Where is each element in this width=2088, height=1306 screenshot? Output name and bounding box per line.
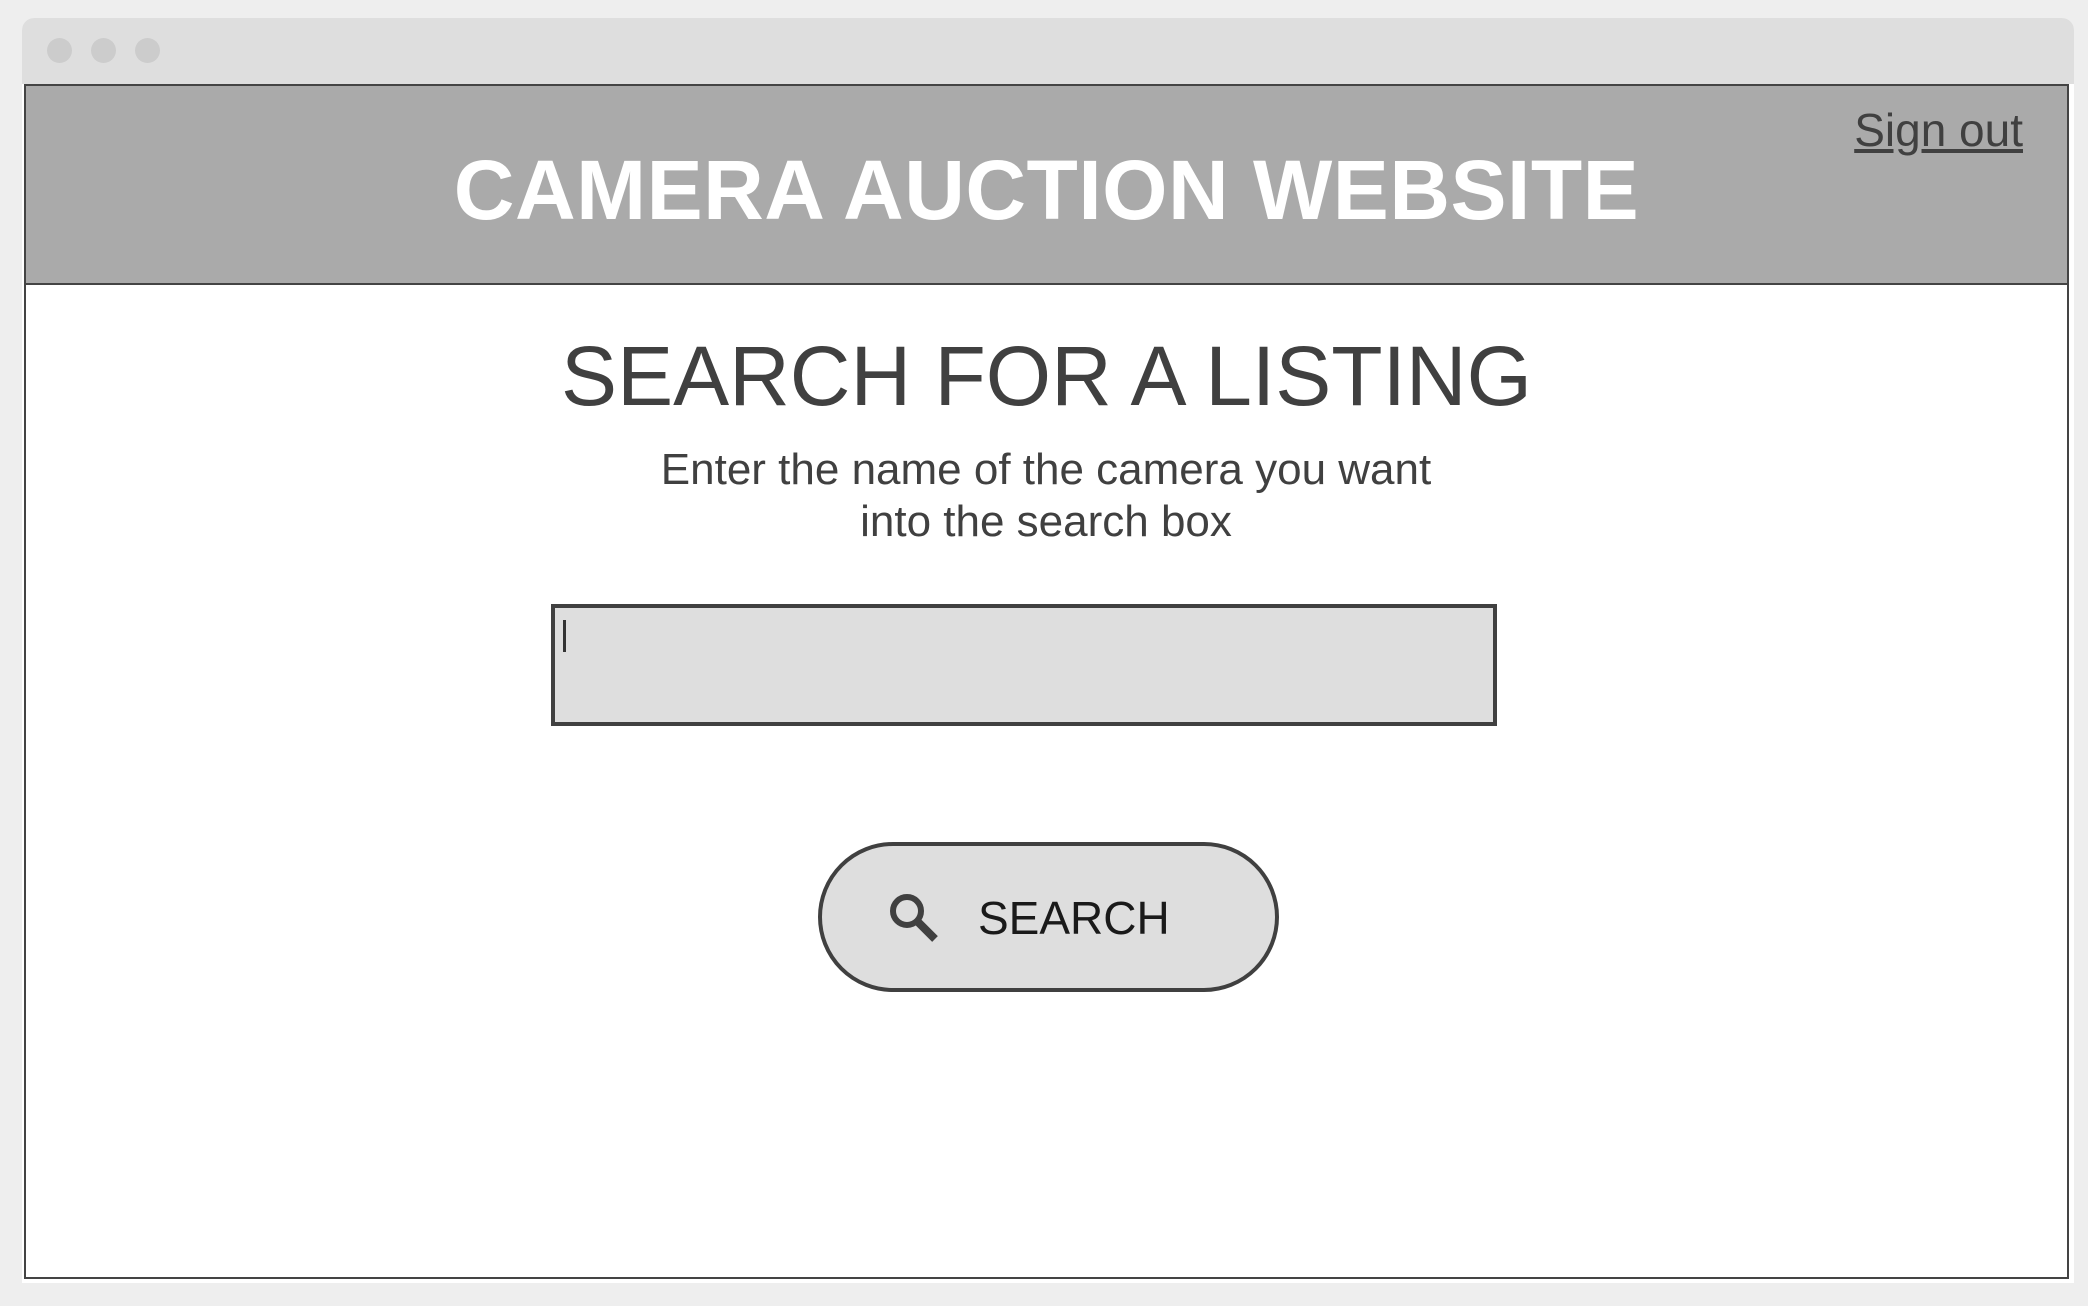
- text-caret: [563, 620, 566, 652]
- instructions-line-1: Enter the name of the camera you want: [660, 445, 1432, 494]
- window-close-dot[interactable]: [47, 38, 72, 63]
- instructions-line-2: into the search box: [860, 497, 1232, 546]
- page-frame: CAMERA AUCTION WEBSITE Sign out SEARCH F…: [24, 84, 2069, 1279]
- window-minimize-dot[interactable]: [91, 38, 116, 63]
- site-header: CAMERA AUCTION WEBSITE Sign out: [26, 86, 2067, 285]
- window-titlebar: [22, 18, 2074, 84]
- site-title: CAMERA AUCTION WEBSITE: [453, 143, 1640, 237]
- sign-out-link[interactable]: Sign out: [1854, 100, 2023, 160]
- search-input[interactable]: [551, 604, 1497, 726]
- window-maximize-dot[interactable]: [135, 38, 160, 63]
- search-icon: [886, 890, 942, 946]
- search-instructions: Enter the name of the camera you want in…: [646, 444, 1446, 548]
- browser-window: CAMERA AUCTION WEBSITE Sign out SEARCH F…: [22, 18, 2074, 1283]
- search-button[interactable]: SEARCH: [818, 842, 1279, 992]
- page-title: SEARCH FOR A LISTING: [561, 329, 1532, 423]
- search-button-label: SEARCH: [978, 892, 1170, 944]
